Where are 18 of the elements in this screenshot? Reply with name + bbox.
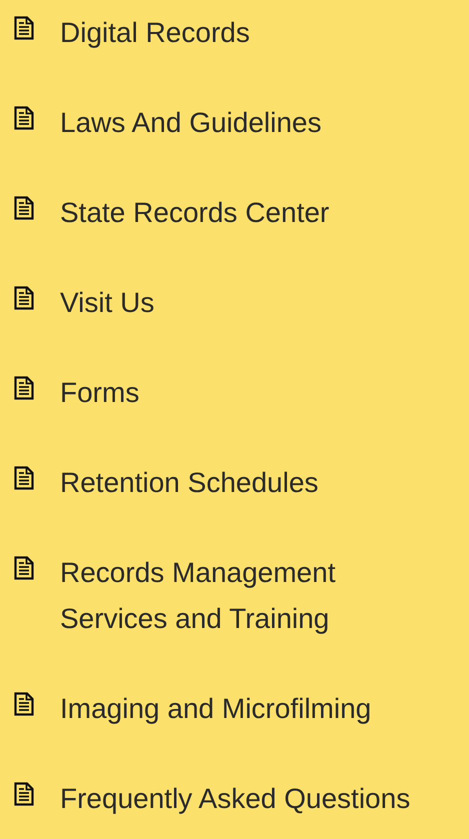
- document-icon: [14, 782, 34, 806]
- menu-link[interactable]: Retention Schedules: [60, 460, 318, 506]
- document-icon: [14, 556, 34, 580]
- document-icon: [14, 16, 34, 40]
- menu-link[interactable]: Digital Records: [60, 10, 250, 56]
- document-icon: [14, 692, 34, 716]
- menu-link[interactable]: State Records Center: [60, 190, 330, 236]
- document-icon: [14, 376, 34, 400]
- menu-link[interactable]: Forms: [60, 370, 140, 416]
- menu-link[interactable]: Imaging and Microfilming: [60, 686, 372, 732]
- menu-link[interactable]: Laws And Guidelines: [60, 100, 322, 146]
- menu-link[interactable]: Visit Us: [60, 280, 154, 326]
- document-icon: [14, 286, 34, 310]
- menu-link[interactable]: Frequently Asked Questions: [60, 776, 410, 822]
- menu-link[interactable]: Records Management Services and Training: [60, 550, 390, 642]
- document-icon: [14, 106, 34, 130]
- document-icon: [14, 196, 34, 220]
- document-icon: [14, 466, 34, 490]
